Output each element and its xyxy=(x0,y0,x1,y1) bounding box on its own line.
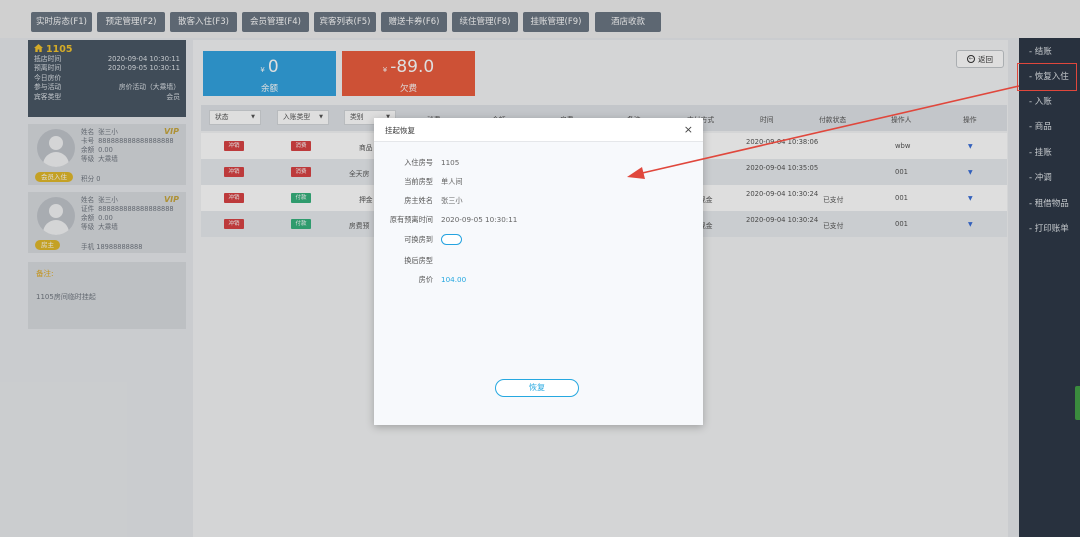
dialog-header: 挂起恢复 × xyxy=(374,118,703,142)
close-icon[interactable]: × xyxy=(684,123,693,136)
field-original-departure: 原有预离时间 2020-09-05 10:30:11 xyxy=(389,215,518,224)
highlight-box xyxy=(1017,63,1077,91)
restore-button[interactable]: 恢复 xyxy=(495,379,579,397)
field-switch-room: 可换房到 xyxy=(374,234,703,246)
dialog-title: 挂起恢复 xyxy=(385,126,415,135)
switch-room-toggle[interactable] xyxy=(441,234,462,245)
field-room-number: 入住房号 1105 xyxy=(404,158,460,167)
suspend-restore-dialog: 挂起恢复 × 入住房号 1105 当前房型 单人间 房主姓名 张三小 原有预离时… xyxy=(374,118,703,425)
field-current-room-type: 当前房型 单人间 xyxy=(404,177,463,186)
field-room-price: 房价 104.00 xyxy=(418,275,467,284)
field-new-room-type: 换后房型 xyxy=(404,256,433,265)
field-owner-name: 房主姓名 张三小 xyxy=(404,196,463,205)
